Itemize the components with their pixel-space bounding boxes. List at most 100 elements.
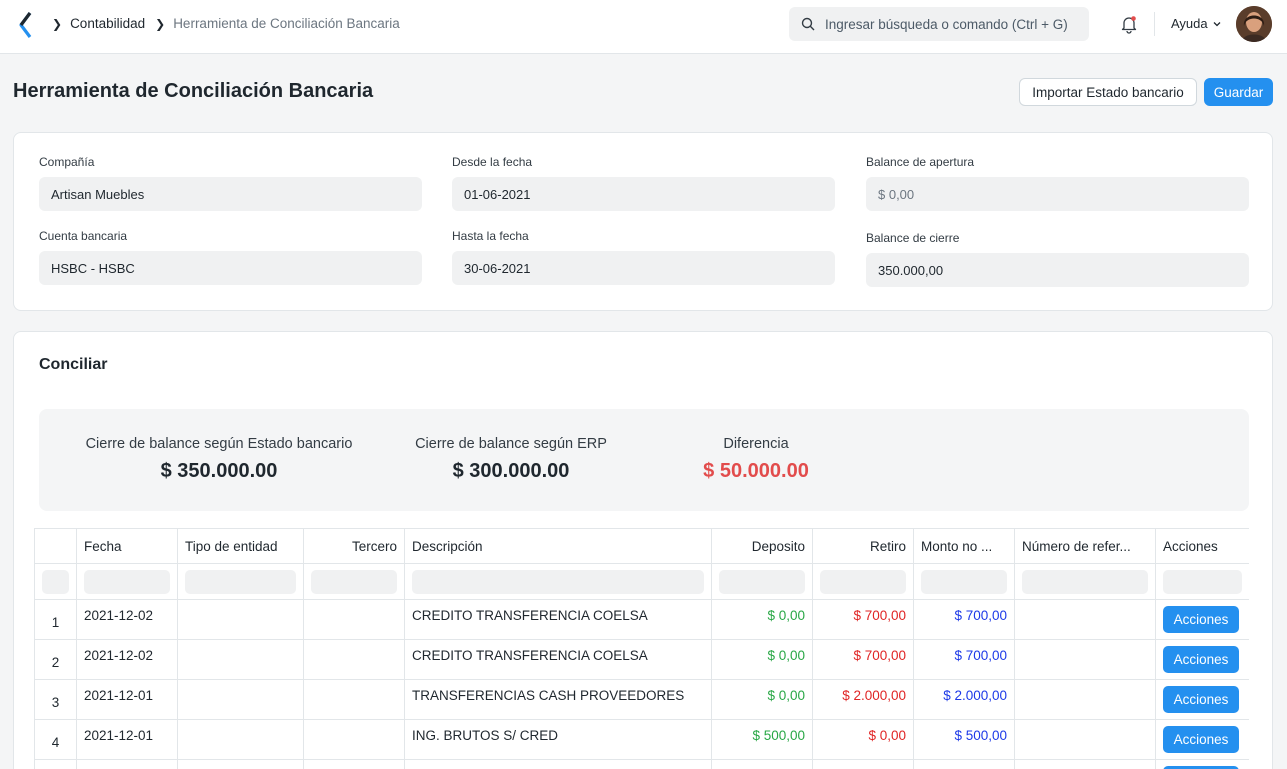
summary-erp: Cierre de balance según ERP $ 300.000.00 <box>396 436 626 483</box>
section-title: Conciliar <box>39 356 108 373</box>
search-icon <box>801 17 815 31</box>
filter-input[interactable] <box>412 569 704 594</box>
summary-label: Diferencia <box>723 436 789 452</box>
reference-cell <box>1014 680 1155 719</box>
bank-account-field[interactable]: HSBC - HSBC <box>39 251 422 285</box>
table-row[interactable]: 2 2021-12-02 CREDITO TRANSFERENCIA COELS… <box>34 640 1249 680</box>
bank-account-label: Cuenta bancaria <box>39 229 128 243</box>
column-header-retiro[interactable]: Retiro <box>812 529 913 563</box>
column-header-tipo-entidad[interactable]: Tipo de entidad <box>177 529 303 563</box>
actions-button[interactable]: Acciones <box>1163 606 1239 633</box>
row-number-header <box>34 529 76 563</box>
date-cell: 2021-12-01 <box>76 680 177 719</box>
search-input[interactable]: Ingresar búsqueda o comando (Ctrl + G) <box>789 7 1089 41</box>
actions-button[interactable]: Acciones <box>1163 686 1239 713</box>
withdrawal-cell <box>812 760 913 769</box>
date-cell: 2021-12-01 <box>76 720 177 759</box>
filter-cell <box>34 564 76 599</box>
filter-input[interactable] <box>1163 569 1242 594</box>
actions-cell <box>1155 760 1249 769</box>
filter-input[interactable] <box>185 569 296 594</box>
column-header-descripcion[interactable]: Descripción <box>404 529 711 563</box>
column-header-numero-referencia[interactable]: Número de refer... <box>1014 529 1155 563</box>
to-date-field[interactable]: 30-06-2021 <box>452 251 835 285</box>
filter-input[interactable] <box>84 569 170 594</box>
filter-input[interactable] <box>719 569 805 594</box>
party-cell <box>303 760 404 769</box>
bell-icon[interactable] <box>1119 14 1139 34</box>
filter-cell <box>1155 564 1249 599</box>
table-row[interactable] <box>34 760 1249 769</box>
to-date-label: Hasta la fecha <box>452 229 529 243</box>
reconcile-card: Conciliar Cierre de balance según Estado… <box>13 331 1273 769</box>
column-header-deposito[interactable]: Deposito <box>711 529 812 563</box>
breadcrumb: ❯ Contabilidad ❯ Herramienta de Concilia… <box>52 16 410 31</box>
filter-cell <box>404 564 711 599</box>
table-row[interactable]: 3 2021-12-01 TRANSFERENCIAS CASH PROVEED… <box>34 680 1249 720</box>
avatar[interactable] <box>1236 6 1272 42</box>
table-row[interactable]: 4 2021-12-01 ING. BRUTOS S/ CRED $ 500,0… <box>34 720 1249 760</box>
description-cell: CREDITO TRANSFERENCIA COELSA <box>404 640 711 679</box>
app-logo-icon[interactable] <box>18 12 34 38</box>
reference-cell <box>1014 640 1155 679</box>
import-statement-button[interactable]: Importar Estado bancario <box>1019 78 1197 106</box>
actions-button[interactable]: Acciones <box>1163 646 1239 673</box>
filter-cell <box>913 564 1014 599</box>
chevron-right-icon: ❯ <box>155 16 166 31</box>
summary-value: $ 350.000.00 <box>160 460 278 482</box>
row-number: 4 <box>34 720 76 759</box>
table-row[interactable]: 1 2021-12-02 CREDITO TRANSFERENCIA COELS… <box>34 600 1249 640</box>
entity-type-cell <box>177 640 303 679</box>
chevron-right-icon: ❯ <box>52 16 63 31</box>
from-date-field[interactable]: 01-06-2021 <box>452 177 835 211</box>
column-header-monto-no-asignado[interactable]: Monto no ... <box>913 529 1014 563</box>
filter-input[interactable] <box>1022 569 1148 594</box>
breadcrumb-contabilidad[interactable]: Contabilidad <box>70 16 145 31</box>
closing-balance-field[interactable]: 350.000,00 <box>866 253 1249 287</box>
help-dropdown[interactable]: Ayuda <box>1171 16 1222 31</box>
search-placeholder: Ingresar búsqueda o comando (Ctrl + G) <box>825 16 1068 32</box>
top-navbar: ❯ Contabilidad ❯ Herramienta de Concilia… <box>0 0 1287 54</box>
entity-type-cell <box>177 600 303 639</box>
description-cell: TRANSFERENCIAS CASH PROVEEDORES <box>404 680 711 719</box>
summary-bank-statement: Cierre de balance según Estado bancario … <box>84 436 354 483</box>
withdrawal-cell: $ 0,00 <box>812 720 913 759</box>
filter-cell <box>76 564 177 599</box>
opening-balance-label: Balance de apertura <box>866 155 975 169</box>
party-cell <box>303 640 404 679</box>
deposit-cell: $ 0,00 <box>711 640 812 679</box>
entity-type-cell <box>177 680 303 719</box>
deposit-cell: $ 500,00 <box>711 720 812 759</box>
unallocated-cell: $ 700,00 <box>913 600 1014 639</box>
breadcrumb-current[interactable]: Herramienta de Conciliación Bancaria <box>173 16 400 31</box>
date-cell: 2021-12-02 <box>76 600 177 639</box>
withdrawal-cell: $ 2.000,00 <box>812 680 913 719</box>
unallocated-cell <box>913 760 1014 769</box>
filter-input[interactable] <box>820 569 906 594</box>
summary-value: $ 300.000.00 <box>452 460 570 482</box>
actions-button[interactable]: Acciones <box>1163 726 1239 753</box>
entity-type-cell <box>177 760 303 769</box>
actions-cell: Acciones <box>1155 600 1249 639</box>
filter-input[interactable] <box>921 569 1007 594</box>
opening-balance-field[interactable]: $ 0,00 <box>866 177 1249 211</box>
party-cell <box>303 720 404 759</box>
row-number <box>34 760 76 769</box>
entity-type-cell <box>177 720 303 759</box>
filter-input[interactable] <box>42 569 69 594</box>
column-header-acciones[interactable]: Acciones <box>1155 529 1249 563</box>
company-field[interactable]: Artisan Muebles <box>39 177 422 211</box>
description-cell: CREDITO TRANSFERENCIA COELSA <box>404 600 711 639</box>
navbar-divider <box>1154 12 1155 36</box>
filter-input[interactable] <box>311 569 397 594</box>
actions-cell: Acciones <box>1155 640 1249 679</box>
summary-difference: Diferencia $ 50.000.00 <box>671 436 841 483</box>
save-button[interactable]: Guardar <box>1204 78 1273 106</box>
summary-value: $ 50.000.00 <box>703 460 809 482</box>
filter-cell <box>711 564 812 599</box>
column-header-tercero[interactable]: Tercero <box>303 529 404 563</box>
chevron-down-icon <box>1213 21 1221 26</box>
balance-summary: Cierre de balance según Estado bancario … <box>39 409 1249 511</box>
deposit-cell <box>711 760 812 769</box>
column-header-fecha[interactable]: Fecha <box>76 529 177 563</box>
